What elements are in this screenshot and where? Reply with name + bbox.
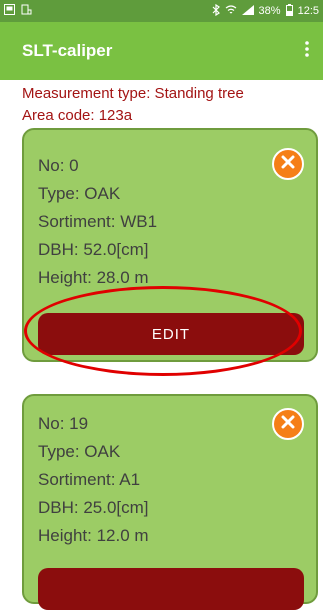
bluetooth-icon [212, 3, 220, 19]
gallery-icon [4, 4, 15, 18]
tree-no: No: 0 [38, 156, 79, 175]
clock: 12:5 [297, 5, 319, 17]
signal-icon [241, 4, 254, 18]
tree-sortiment: Sortiment: WB1 [38, 212, 158, 231]
tree-dbh: DBH: 25.0[cm] [38, 498, 149, 517]
delete-button[interactable] [272, 148, 304, 180]
more-vert-icon[interactable] [303, 37, 311, 65]
close-icon [281, 415, 295, 434]
edit-button[interactable] [38, 568, 304, 610]
tree-height: Height: 12.0 m [38, 526, 149, 545]
tree-height: Height: 28.0 m [38, 268, 149, 287]
tree-fields: No: 19 Type: OAK Sortiment: A1 DBH: 25.0… [38, 410, 149, 550]
wifi-icon [225, 4, 237, 18]
tree-card: No: 0 Type: OAK Sortiment: WB1 DBH: 52.0… [22, 128, 318, 362]
status-right: 38% 12:5 [212, 3, 319, 19]
tree-card: No: 19 Type: OAK Sortiment: A1 DBH: 25.0… [22, 394, 318, 610]
notification-icon [21, 4, 32, 18]
tree-sortiment: Sortiment: A1 [38, 470, 141, 489]
tree-no: No: 19 [38, 414, 89, 433]
measurement-type: Measurement type: Standing tree [22, 85, 244, 102]
measurement-info: Measurement type: Standing tree Area cod… [22, 83, 244, 127]
tree-fields: No: 0 Type: OAK Sortiment: WB1 DBH: 52.0… [38, 152, 157, 292]
close-icon [281, 155, 295, 174]
delete-button[interactable] [272, 408, 304, 440]
status-left [4, 4, 32, 18]
tree-dbh: DBH: 52.0[cm] [38, 240, 149, 259]
area-code: Area code: 123a [22, 107, 133, 124]
tree-type: Type: OAK [38, 442, 121, 461]
battery-text: 38% [258, 5, 281, 17]
edit-button[interactable]: EDIT [38, 313, 304, 355]
battery-icon [285, 3, 293, 19]
tree-type: Type: OAK [38, 184, 121, 203]
status-bar: 38% 12:5 [0, 0, 323, 22]
app-bar: SLT-caliper [0, 22, 323, 80]
app-title: SLT-caliper [22, 41, 113, 60]
